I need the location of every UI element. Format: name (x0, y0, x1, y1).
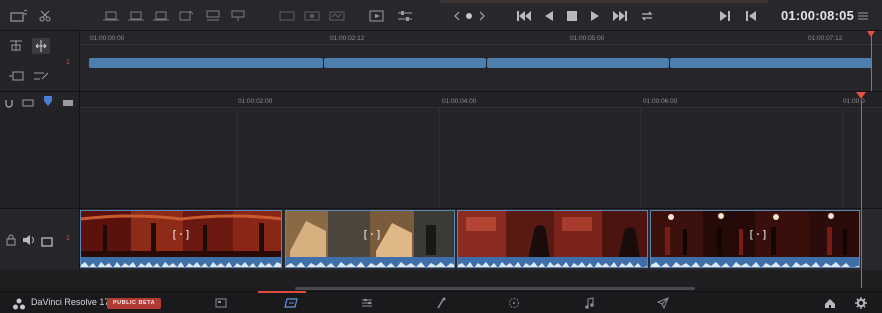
source-overwrite-icon[interactable] (229, 7, 247, 24)
append-icon[interactable] (127, 7, 145, 24)
trim-mode-icon[interactable] (32, 38, 50, 54)
media-page-icon[interactable] (214, 296, 228, 310)
track-destination-icon[interactable] (8, 39, 26, 53)
go-to-start-icon[interactable] (514, 7, 534, 24)
clip-thumbnails (458, 211, 647, 259)
upper-playhead[interactable] (871, 31, 872, 91)
marker-icon[interactable] (62, 95, 74, 106)
speaker-icon[interactable] (22, 233, 36, 245)
link-icon[interactable] (22, 95, 34, 107)
video-track-number: 1 (66, 235, 70, 242)
upper-track-number: 1 (66, 59, 70, 66)
fairlight-page-icon[interactable] (582, 296, 596, 310)
dot-icon[interactable] (464, 7, 474, 24)
previous-edit-icon[interactable] (744, 7, 758, 24)
cut-transition-icon[interactable] (328, 7, 346, 24)
upper-clip[interactable] (89, 58, 323, 68)
upper-ruler-label: 01:00:05:00 (570, 35, 605, 42)
timeline-scrollbar[interactable] (295, 287, 695, 290)
resolve-logo-icon (12, 297, 26, 310)
upper-clip[interactable] (487, 58, 669, 68)
video-track-header: 1 (0, 208, 80, 270)
upper-ruler-label: 01:00:07:12 (808, 35, 843, 42)
audio-waveform (651, 257, 859, 267)
page-navigation: DaVinci Resolve 17 PUBLIC BETA (0, 291, 882, 313)
deliver-page-icon[interactable] (656, 296, 670, 310)
edit-page-icon[interactable] (360, 296, 374, 310)
chevron-right-icon[interactable] (477, 7, 487, 24)
snap-icon[interactable] (4, 95, 14, 108)
stop-icon[interactable] (565, 7, 579, 24)
video-clip[interactable]: [·] (80, 210, 282, 268)
clip-marker: [·] (362, 228, 382, 241)
play-icon[interactable] (588, 7, 602, 24)
smooth-cut-icon[interactable] (303, 7, 321, 24)
timeline-footer (0, 270, 882, 288)
go-to-end-icon[interactable] (610, 7, 630, 24)
upper-ruler-label: 01:00:02:12 (330, 35, 365, 42)
menu-icon[interactable] (856, 7, 870, 24)
next-edit-icon[interactable] (718, 7, 732, 24)
timecode-display: 01:00:08:05 (780, 8, 854, 23)
upper-playhead-handle[interactable] (867, 31, 875, 37)
audio-track-icon[interactable] (32, 69, 50, 83)
timeline-ruler[interactable]: 01:00:02:00 01:00:04:00 01:00:06:00 01:0… (80, 92, 882, 108)
video-clip[interactable]: [·] (285, 210, 455, 268)
ruler-label: 01:00:06:00 (643, 98, 678, 105)
timeline-tools (0, 92, 80, 108)
clip-marker: [·] (171, 228, 191, 241)
audio-waveform (458, 257, 647, 267)
chevron-left-icon[interactable] (452, 7, 462, 24)
timeline-empty-area[interactable] (80, 108, 882, 208)
audio-waveform (286, 257, 454, 267)
clip-marker: [·] (748, 228, 768, 241)
public-beta-badge: PUBLIC BETA (107, 298, 162, 309)
audio-sliders-icon[interactable] (396, 7, 414, 24)
upper-ruler-label: 01:00:00:00 (90, 35, 125, 42)
smart-insert-icon[interactable] (102, 7, 120, 24)
scissors-icon[interactable] (38, 7, 52, 24)
position-lock-icon[interactable] (43, 94, 53, 106)
lock-icon[interactable] (6, 233, 16, 246)
gear-icon[interactable] (854, 296, 868, 310)
upper-track-header: 1 (0, 31, 80, 92)
track-header-empty (0, 108, 80, 208)
color-page-icon[interactable] (507, 296, 521, 310)
smart-reframe-icon[interactable] (10, 7, 28, 24)
ripple-overwrite-icon[interactable] (152, 7, 170, 24)
viewer-edge (440, 0, 768, 3)
upper-clip[interactable] (324, 58, 486, 68)
play-reverse-icon[interactable] (542, 7, 556, 24)
home-icon[interactable] (823, 296, 837, 310)
upper-ruler[interactable]: 01:00:00:00 01:00:02:12 01:00:05:00 01:0… (80, 31, 882, 45)
app-name: DaVinci Resolve 17 (31, 297, 110, 307)
video-clip[interactable] (457, 210, 648, 268)
toolbar: 01:00:08:05 (0, 0, 882, 31)
place-on-top-icon[interactable] (204, 7, 222, 24)
cut-page-icon[interactable] (284, 296, 298, 310)
ruler-label: 01:00:04:00 (442, 98, 477, 105)
monitor-icon[interactable] (41, 234, 53, 247)
playhead-handle[interactable] (856, 92, 866, 99)
playhead[interactable] (861, 100, 862, 288)
loop-icon[interactable] (638, 7, 656, 24)
video-track-icon[interactable] (8, 69, 26, 83)
audio-waveform (81, 257, 281, 267)
viewer-mode-icon[interactable] (368, 7, 388, 24)
close-up-icon[interactable] (177, 7, 195, 24)
active-page-indicator (258, 291, 306, 293)
ruler-label: 01:00:02:00 (238, 98, 273, 105)
upper-clip[interactable] (670, 58, 872, 68)
video-clip[interactable]: [·] (650, 210, 860, 268)
fusion-page-icon[interactable] (434, 296, 448, 310)
dissolve-icon[interactable] (278, 7, 296, 24)
